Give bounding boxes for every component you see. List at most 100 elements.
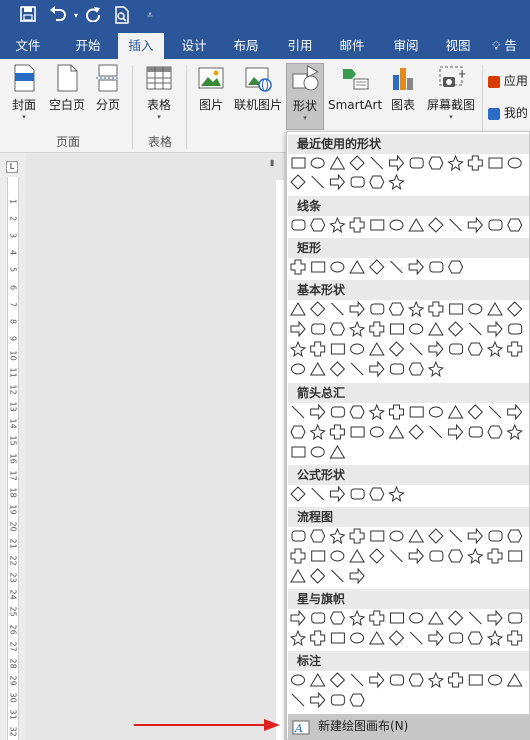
shape-option[interactable] bbox=[507, 157, 522, 169]
shape-option[interactable] bbox=[409, 323, 424, 335]
shape-option[interactable] bbox=[429, 261, 444, 273]
shape-option[interactable] bbox=[290, 302, 306, 316]
shape-option[interactable] bbox=[348, 609, 366, 627]
shape-option[interactable] bbox=[409, 631, 423, 645]
redo-icon[interactable] bbox=[83, 6, 103, 27]
shape-option[interactable] bbox=[506, 423, 523, 441]
shape-grid[interactable] bbox=[287, 132, 530, 712]
shape-option[interactable] bbox=[448, 260, 464, 274]
shape-option[interactable] bbox=[329, 611, 345, 625]
shape-option[interactable] bbox=[388, 425, 405, 439]
shape-option[interactable] bbox=[467, 155, 483, 171]
shape-option[interactable] bbox=[390, 260, 403, 274]
shape-option[interactable] bbox=[349, 693, 365, 707]
shape-option[interactable] bbox=[428, 322, 444, 336]
shape-option[interactable] bbox=[329, 173, 346, 191]
shape-option[interactable] bbox=[289, 340, 307, 358]
tab-file[interactable]: 文件 bbox=[4, 33, 52, 59]
shape-option[interactable] bbox=[348, 320, 366, 338]
shape-option[interactable] bbox=[486, 340, 504, 358]
shape-option[interactable] bbox=[310, 341, 326, 357]
shape-option[interactable] bbox=[309, 568, 326, 584]
shape-option[interactable] bbox=[448, 672, 464, 688]
shape-option[interactable] bbox=[370, 219, 385, 231]
tab-design[interactable]: 设计 bbox=[170, 33, 218, 59]
shape-option[interactable] bbox=[349, 217, 365, 233]
picture-button[interactable]: 图片 bbox=[194, 63, 228, 123]
shape-option[interactable] bbox=[291, 446, 306, 458]
shape-option[interactable] bbox=[408, 673, 424, 687]
shape-option[interactable] bbox=[329, 672, 346, 688]
tab-home[interactable]: 开始 bbox=[64, 33, 112, 59]
shape-option[interactable] bbox=[330, 406, 345, 418]
shape-option[interactable] bbox=[508, 612, 523, 624]
shape-option[interactable] bbox=[311, 487, 325, 501]
shape-option[interactable] bbox=[507, 341, 523, 357]
shape-option[interactable] bbox=[508, 323, 523, 335]
shape-option[interactable] bbox=[449, 218, 462, 232]
shape-option[interactable] bbox=[487, 320, 503, 338]
shape-option[interactable] bbox=[428, 528, 444, 544]
shape-option[interactable] bbox=[388, 341, 405, 357]
shape-option[interactable] bbox=[329, 485, 346, 503]
shape-option[interactable] bbox=[311, 612, 326, 624]
shape-option[interactable] bbox=[448, 549, 464, 563]
save-icon[interactable] bbox=[18, 6, 38, 27]
shape-option[interactable] bbox=[291, 219, 306, 231]
shape-option[interactable] bbox=[428, 629, 444, 647]
shape-option[interactable] bbox=[447, 405, 464, 419]
shape-option[interactable] bbox=[389, 154, 405, 172]
shape-option[interactable] bbox=[388, 302, 405, 316]
shape-option[interactable] bbox=[331, 302, 344, 316]
shape-option[interactable] bbox=[506, 301, 523, 317]
shape-option[interactable] bbox=[369, 321, 385, 337]
shape-option[interactable] bbox=[428, 611, 444, 625]
shape-option[interactable] bbox=[409, 612, 424, 624]
shape-option[interactable] bbox=[467, 342, 483, 356]
shape-option[interactable] bbox=[467, 404, 484, 420]
shape-option[interactable] bbox=[428, 340, 444, 358]
shape-option[interactable] bbox=[449, 303, 464, 315]
my-addins-button[interactable]: 我的 bbox=[488, 103, 530, 123]
shape-option[interactable] bbox=[291, 363, 305, 375]
shape-option[interactable] bbox=[290, 174, 306, 190]
shape-option[interactable] bbox=[487, 302, 503, 316]
shape-option[interactable] bbox=[349, 155, 365, 171]
shape-option[interactable] bbox=[311, 323, 326, 335]
shape-option[interactable] bbox=[349, 528, 365, 544]
shape-option[interactable] bbox=[390, 674, 404, 686]
shape-option[interactable] bbox=[350, 362, 364, 376]
tab-layout[interactable]: 布局 bbox=[222, 33, 270, 59]
shape-option[interactable] bbox=[290, 609, 306, 627]
shape-option[interactable] bbox=[331, 569, 344, 583]
shape-option[interactable] bbox=[369, 610, 385, 626]
shape-option[interactable] bbox=[388, 485, 405, 503]
shape-option[interactable] bbox=[506, 673, 523, 687]
shape-option[interactable] bbox=[330, 632, 345, 644]
shape-option[interactable] bbox=[487, 548, 503, 564]
shape-option[interactable] bbox=[330, 694, 345, 706]
shape-option[interactable] bbox=[448, 423, 464, 441]
shape-option[interactable] bbox=[369, 671, 385, 689]
apps-button[interactable]: 应用 bbox=[488, 71, 530, 91]
tab-selector[interactable]: L bbox=[6, 161, 18, 173]
new-drawing-canvas-item[interactable]: A 新建绘图画布(N) bbox=[288, 714, 529, 739]
shape-option[interactable] bbox=[290, 259, 306, 275]
shape-option[interactable] bbox=[508, 550, 523, 562]
shape-option[interactable] bbox=[369, 548, 385, 564]
shape-option[interactable] bbox=[389, 219, 404, 231]
shape-option[interactable] bbox=[330, 261, 345, 273]
shape-option[interactable] bbox=[389, 404, 404, 420]
shape-option[interactable] bbox=[409, 157, 424, 169]
shape-option[interactable] bbox=[429, 425, 443, 439]
shape-option[interactable] bbox=[291, 674, 305, 686]
shape-option[interactable] bbox=[487, 609, 503, 627]
shape-option[interactable] bbox=[310, 218, 326, 232]
shape-option[interactable] bbox=[309, 301, 326, 317]
shape-option[interactable] bbox=[369, 360, 385, 378]
shape-option[interactable] bbox=[467, 631, 483, 645]
shape-option[interactable] bbox=[349, 567, 365, 585]
tab-references[interactable]: 引用 bbox=[276, 33, 324, 59]
shape-option[interactable] bbox=[447, 321, 464, 337]
shape-option[interactable] bbox=[427, 360, 445, 378]
